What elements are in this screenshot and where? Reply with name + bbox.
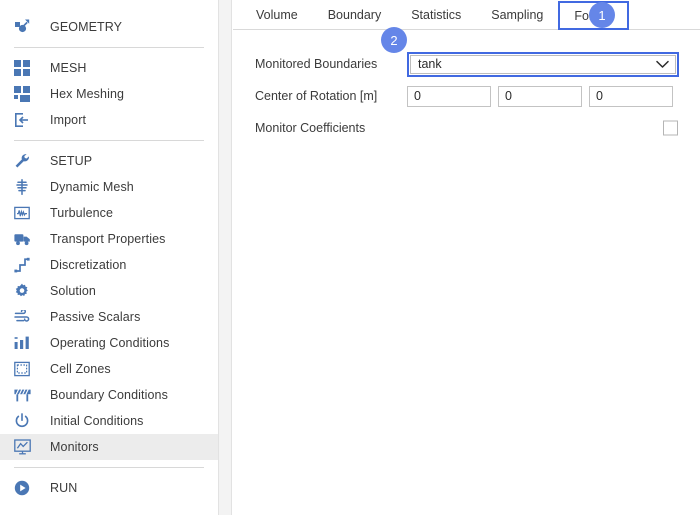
- power-icon: [14, 411, 38, 431]
- bar-chart-icon: [14, 333, 38, 353]
- sidebar-separator: [14, 467, 204, 468]
- center-of-rotation-z-input[interactable]: 0: [589, 85, 673, 107]
- geometry-icon: [14, 17, 38, 37]
- monitored-boundaries-field: tank: [407, 51, 679, 77]
- sidebar-item-label: Discretization: [50, 258, 127, 272]
- tab-bar: Volume Boundary Statistics Sampling Forc…: [233, 0, 700, 30]
- import-icon: [14, 110, 38, 130]
- truck-icon: [14, 229, 38, 249]
- sidebar-separator: [14, 47, 204, 48]
- sidebar-item-label: GEOMETRY: [50, 20, 123, 34]
- tab-sampling[interactable]: Sampling: [476, 0, 558, 29]
- dropdown-selected-value: tank: [418, 57, 442, 71]
- sidebar-item-initial-conditions[interactable]: Initial Conditions: [0, 408, 218, 434]
- sidebar-item-label: Initial Conditions: [50, 414, 144, 428]
- callout-badge-number: 1: [598, 7, 606, 23]
- center-of-rotation-x-input[interactable]: 0: [407, 85, 491, 107]
- cell-zones-icon: [14, 359, 38, 379]
- discretization-icon: [14, 255, 38, 275]
- monitor-coefficients-checkbox[interactable]: [663, 120, 678, 136]
- sidebar-item-label: SETUP: [50, 154, 93, 168]
- sidebar-item-label: Operating Conditions: [50, 336, 170, 350]
- sidebar-item-passive-scalars[interactable]: Passive Scalars: [0, 304, 218, 330]
- sidebar-item-solution[interactable]: Solution: [0, 278, 218, 304]
- dynamic-mesh-icon: [14, 177, 38, 197]
- hex-meshing-icon: [14, 84, 38, 104]
- callout-badge-1: 1: [589, 2, 615, 28]
- sidebar-separator: [14, 140, 204, 141]
- sidebar-item-setup[interactable]: SETUP: [0, 148, 218, 174]
- sidebar-item-label: Cell Zones: [50, 362, 111, 376]
- sidebar-item-transport-properties[interactable]: Transport Properties: [0, 226, 218, 252]
- sidebar-item-geometry[interactable]: GEOMETRY: [0, 14, 218, 40]
- panel-divider: [218, 0, 232, 515]
- sidebar-item-discretization[interactable]: Discretization: [0, 252, 218, 278]
- monitor-chart-icon: [14, 437, 38, 457]
- tab-label: Sampling: [491, 7, 544, 22]
- application-window: GEOMETRY MESH Hex Meshing Import SETUP D…: [0, 0, 700, 515]
- monitored-boundaries-label: Monitored Boundaries: [255, 57, 378, 71]
- monitor-coefficients-label: Monitor Coefficients: [255, 121, 366, 135]
- tab-label: Volume: [256, 7, 298, 22]
- wrench-icon: [14, 151, 38, 171]
- sidebar-item-label: RUN: [50, 481, 78, 495]
- monitor-coefficients-checkbox-cell: [663, 120, 678, 136]
- sidebar-item-label: Passive Scalars: [50, 310, 141, 324]
- monitor-coefficients-row: Monitor Coefficients: [233, 112, 700, 144]
- tab-volume[interactable]: Volume: [241, 0, 313, 29]
- sidebar-item-label: MESH: [50, 61, 87, 75]
- sidebar-item-run[interactable]: RUN: [0, 475, 218, 501]
- barrier-icon: [14, 385, 38, 405]
- center-of-rotation-y-input[interactable]: 0: [498, 85, 582, 107]
- sidebar-item-monitors[interactable]: Monitors: [0, 434, 218, 460]
- sidebar-item-hex-meshing[interactable]: Hex Meshing: [0, 81, 218, 107]
- wind-icon: [14, 307, 38, 327]
- sidebar-item-turbulence[interactable]: Turbulence: [0, 200, 218, 226]
- chevron-down-icon[interactable]: [649, 60, 675, 69]
- dropdown-inner: tank: [410, 54, 676, 74]
- center-of-rotation-fields: 0 0 0: [407, 85, 680, 107]
- sidebar-top-spacer: [0, 0, 218, 14]
- sidebar-item-label: Turbulence: [50, 206, 114, 220]
- callout-badge-2: 2: [381, 27, 407, 53]
- sidebar-navigation: GEOMETRY MESH Hex Meshing Import SETUP D…: [0, 0, 218, 515]
- tab-label: Statistics: [411, 7, 462, 22]
- monitored-boundaries-dropdown[interactable]: tank: [407, 51, 679, 77]
- sidebar-item-import[interactable]: Import: [0, 107, 218, 133]
- sidebar-item-label: Dynamic Mesh: [50, 180, 134, 194]
- sidebar-item-label: Monitors: [50, 440, 99, 454]
- sidebar-item-dynamic-mesh[interactable]: Dynamic Mesh: [0, 174, 218, 200]
- forces-form: Monitored Boundaries tank Center of Rota…: [233, 30, 700, 144]
- center-of-rotation-label: Center of Rotation [m]: [255, 89, 378, 103]
- sidebar-item-label: Import: [50, 113, 87, 127]
- sidebar-item-label: Hex Meshing: [50, 87, 125, 101]
- monitored-boundaries-row: Monitored Boundaries tank: [233, 48, 700, 80]
- gear-icon: [14, 281, 38, 301]
- sidebar-item-label: Solution: [50, 284, 96, 298]
- tab-label: Boundary: [327, 7, 382, 22]
- tab-boundary[interactable]: Boundary: [313, 0, 397, 29]
- play-icon: [14, 478, 38, 498]
- sidebar-item-operating-conditions[interactable]: Operating Conditions: [0, 330, 218, 356]
- turbulence-icon: [14, 203, 38, 223]
- sidebar-item-boundary-conditions[interactable]: Boundary Conditions: [0, 382, 218, 408]
- monitors-panel: Volume Boundary Statistics Sampling Forc…: [233, 0, 700, 515]
- sidebar-item-mesh[interactable]: MESH: [0, 55, 218, 81]
- sidebar-item-label: Boundary Conditions: [50, 388, 168, 402]
- sidebar-item-cell-zones[interactable]: Cell Zones: [0, 356, 218, 382]
- tab-statistics[interactable]: Statistics: [396, 0, 476, 29]
- sidebar-item-label: Transport Properties: [50, 232, 166, 246]
- callout-badge-number: 2: [390, 32, 398, 48]
- center-of-rotation-row: Center of Rotation [m] 0 0 0: [233, 80, 700, 112]
- mesh-icon: [14, 58, 38, 78]
